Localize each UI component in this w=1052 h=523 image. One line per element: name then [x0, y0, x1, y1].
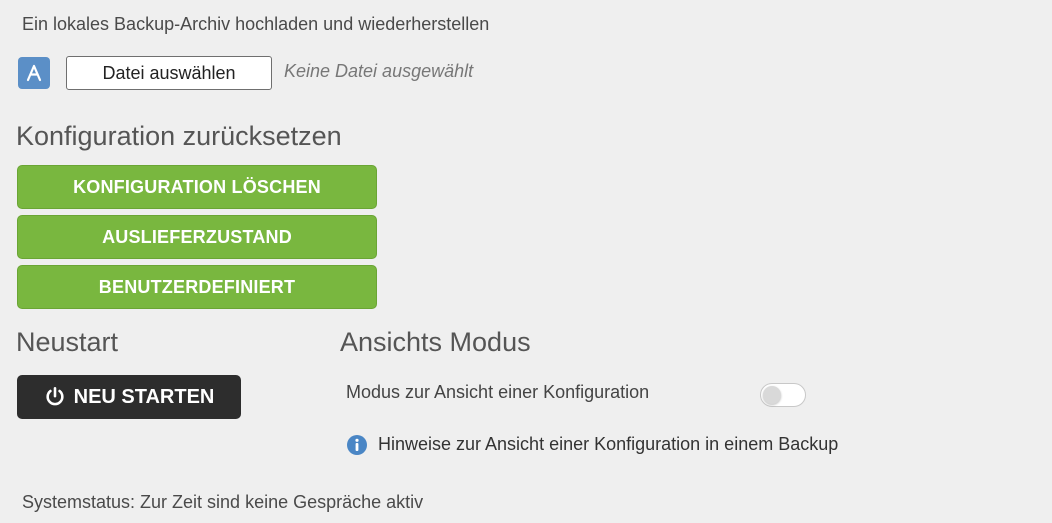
upload-label: Ein lokales Backup-Archiv hochladen und …	[22, 14, 490, 34]
choose-file-button[interactable]: Datei auswählen	[66, 56, 272, 90]
view-mode-heading: Ansichts Modus	[340, 327, 531, 357]
info-icon	[346, 434, 368, 456]
custom-reset-button[interactable]: BENUTZERDEFINIERT	[17, 265, 377, 309]
upload-arrow-icon[interactable]	[18, 57, 50, 89]
view-mode-toggle-label: Modus zur Ansicht einer Konfiguration	[346, 382, 650, 402]
restart-button-label: NEU STARTEN	[73, 385, 215, 408]
reset-config-heading: Konfiguration zurücksetzen	[16, 121, 342, 151]
delete-config-button[interactable]: KONFIGURATION LÖSCHEN	[17, 165, 377, 209]
toggle-knob	[763, 386, 781, 404]
view-mode-info-link[interactable]: Hinweise zur Ansicht einer Konfiguration…	[378, 434, 838, 455]
file-status-text: Keine Datei ausgewählt	[284, 61, 474, 81]
system-status-text: Systemstatus: Zur Zeit sind keine Gesprä…	[22, 492, 424, 512]
power-icon	[44, 386, 66, 408]
restart-heading: Neustart	[16, 327, 119, 357]
factory-reset-button[interactable]: AUSLIEFERZUSTAND	[17, 215, 377, 259]
restart-button[interactable]: NEU STARTEN	[17, 375, 241, 419]
view-mode-toggle[interactable]	[760, 383, 806, 407]
